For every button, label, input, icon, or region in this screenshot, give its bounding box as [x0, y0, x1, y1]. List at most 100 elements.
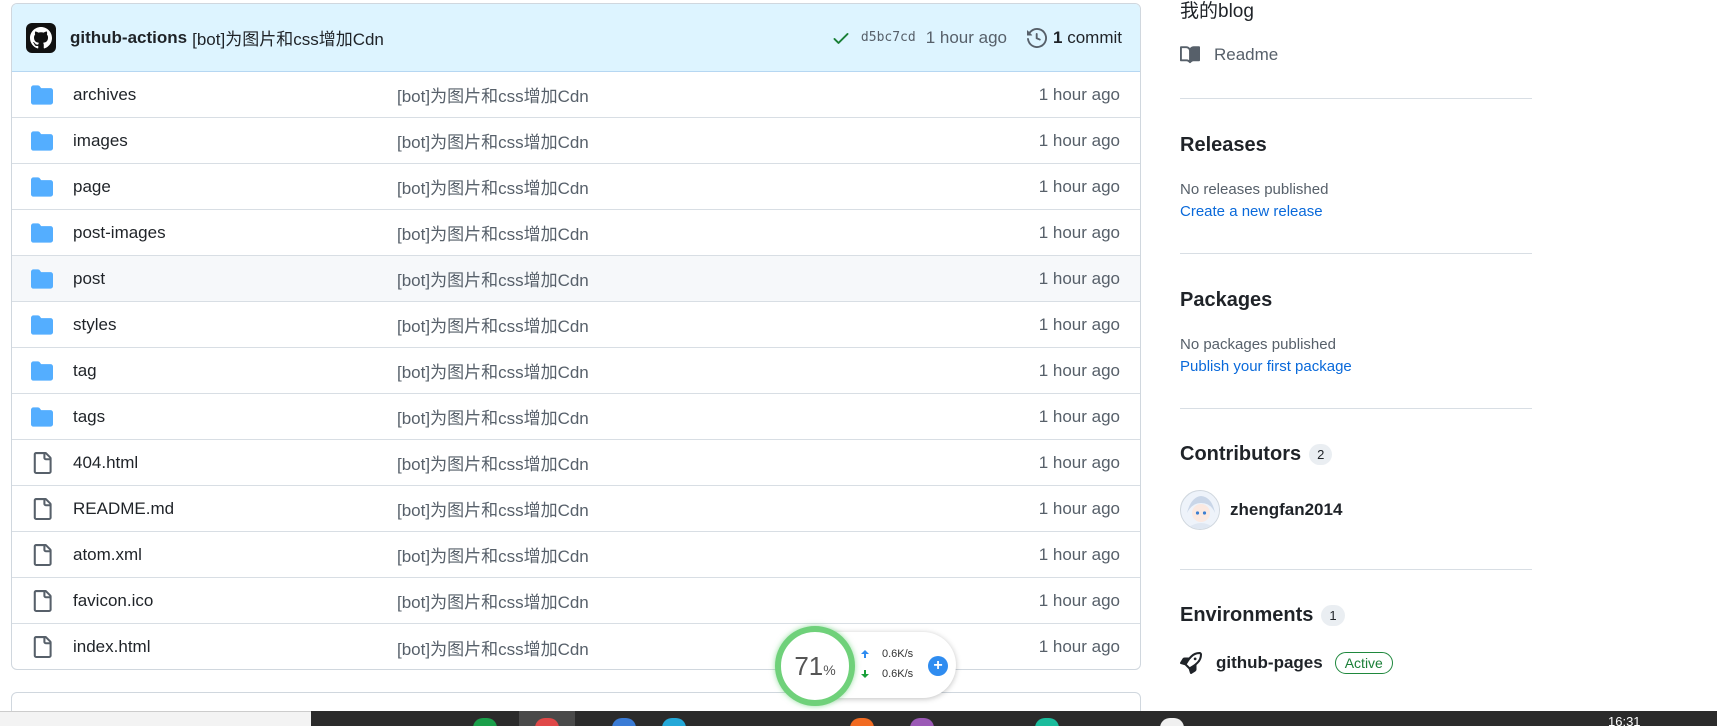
taskbar-clock: 16:31: [1608, 714, 1641, 726]
file-commit-message-link[interactable]: [bot]为图片和css增加Cdn: [397, 266, 589, 291]
file-commit-time: 1 hour ago: [1038, 314, 1120, 334]
file-row[interactable]: tags [bot]为图片和css增加Cdn 1 hour ago: [12, 394, 1140, 440]
folder-icon: [31, 314, 53, 335]
commit-message-link[interactable]: [bot]为图片和css增加Cdn: [192, 25, 384, 50]
file-name-link[interactable]: tags: [73, 407, 105, 427]
file-commit-message-link[interactable]: [bot]为图片和css增加Cdn: [397, 450, 589, 475]
file-list: github-actions [bot]为图片和css增加Cdn d5bc7cd…: [11, 3, 1141, 670]
file-commit-message-link[interactable]: [bot]为图片和css增加Cdn: [397, 220, 589, 245]
file-row[interactable]: atom.xml [bot]为图片和css增加Cdn 1 hour ago: [12, 532, 1140, 578]
commits-link[interactable]: 1 commit: [1053, 28, 1122, 48]
file-name-link[interactable]: index.html: [73, 637, 150, 657]
commit-author-link[interactable]: github-actions: [70, 28, 187, 48]
file-row[interactable]: index.html [bot]为图片和css增加Cdn 1 hour ago: [12, 624, 1140, 669]
file-row[interactable]: styles [bot]为图片和css增加Cdn 1 hour ago: [12, 302, 1140, 348]
file-name-link[interactable]: post: [73, 269, 105, 289]
divider: [1180, 98, 1532, 99]
about-description: 我的blog: [1180, 1, 1254, 22]
folder-icon-wrap: [30, 359, 54, 383]
taskbar-search[interactable]: [0, 711, 311, 726]
packages-heading[interactable]: Packages: [1180, 289, 1272, 312]
file-icon-wrap: [30, 451, 54, 475]
file-commit-message-link[interactable]: [bot]为图片和css增加Cdn: [397, 404, 589, 429]
arrow-up-icon: [861, 650, 869, 658]
usage-percent-sign: %: [823, 662, 836, 678]
file-name-link[interactable]: atom.xml: [73, 545, 142, 565]
file-name-link[interactable]: 404.html: [73, 453, 138, 473]
file-row[interactable]: 404.html [bot]为图片和css增加Cdn 1 hour ago: [12, 440, 1140, 486]
no-releases-text: No releases published: [1180, 181, 1329, 198]
readme-link[interactable]: Readme: [1180, 45, 1278, 65]
environment-item[interactable]: github-pages Active: [1180, 652, 1393, 674]
environment-status-badge: Active: [1334, 652, 1393, 674]
folder-icon-wrap: [30, 129, 54, 153]
no-packages-text: No packages published: [1180, 336, 1336, 353]
publish-package-link[interactable]: Publish your first package: [1180, 358, 1352, 375]
widget-plus-button[interactable]: +: [928, 656, 948, 676]
environments-heading[interactable]: Environments 1: [1180, 604, 1345, 627]
file-commit-time: 1 hour ago: [1038, 498, 1120, 518]
folder-icon: [31, 84, 53, 105]
file-commit-message-link[interactable]: [bot]为图片和css增加Cdn: [397, 128, 589, 153]
file-row[interactable]: page [bot]为图片和css增加Cdn 1 hour ago: [12, 164, 1140, 210]
environment-name[interactable]: github-pages: [1216, 653, 1323, 673]
file-commit-message-link[interactable]: [bot]为图片和css增加Cdn: [397, 174, 589, 199]
file-icon: [33, 543, 52, 566]
releases-heading[interactable]: Releases: [1180, 134, 1267, 157]
file-name-link[interactable]: post-images: [73, 223, 166, 243]
file-row[interactable]: archives [bot]为图片和css增加Cdn 1 hour ago: [12, 72, 1140, 118]
upload-speed-value: 0.6K/s: [882, 648, 914, 660]
file-commit-time: 1 hour ago: [1038, 360, 1120, 380]
commit-sha-link[interactable]: d5bc7cd: [861, 30, 916, 45]
file-commit-message-link[interactable]: [bot]为图片和css增加Cdn: [397, 82, 589, 107]
contributors-title: Contributors: [1180, 443, 1302, 465]
file-commit-time: 1 hour ago: [1038, 590, 1120, 610]
environments-title: Environments: [1180, 604, 1314, 626]
file-name-link[interactable]: styles: [73, 315, 116, 335]
file-commit-time: 1 hour ago: [1038, 84, 1120, 104]
contributors-heading[interactable]: Contributors 2: [1180, 443, 1333, 466]
contributor-item[interactable]: zhengfan2014: [1180, 490, 1342, 530]
rocket-icon: [1180, 652, 1202, 674]
file-commit-message-link[interactable]: [bot]为图片和css增加Cdn: [397, 542, 589, 567]
history-icon[interactable]: [1027, 27, 1047, 48]
folder-icon: [31, 406, 53, 427]
commit-count-label: commit: [1067, 27, 1122, 47]
file-commit-message-link[interactable]: [bot]为图片和css增加Cdn: [397, 312, 589, 337]
file-row[interactable]: favicon.ico [bot]为图片和css增加Cdn 1 hour ago: [12, 578, 1140, 624]
github-actions-avatar[interactable]: [26, 22, 56, 53]
contributor-name[interactable]: zhengfan2014: [1230, 500, 1342, 520]
file-commit-time: 1 hour ago: [1038, 544, 1120, 564]
file-commit-time: 1 hour ago: [1038, 452, 1120, 472]
file-commit-message-link[interactable]: [bot]为图片和css增加Cdn: [397, 588, 589, 613]
file-row[interactable]: post-images [bot]为图片和css增加Cdn 1 hour ago: [12, 210, 1140, 256]
file-name-link[interactable]: images: [73, 131, 128, 151]
avatar-illustration-icon: [1181, 491, 1219, 529]
file-row[interactable]: README.md [bot]为图片和css增加Cdn 1 hour ago: [12, 486, 1140, 532]
file-commit-message-link[interactable]: [bot]为图片和css增加Cdn: [397, 496, 589, 521]
file-icon-wrap: [30, 497, 54, 521]
file-name-link[interactable]: archives: [73, 85, 136, 105]
file-commit-time: 1 hour ago: [1038, 637, 1120, 656]
file-icon: [33, 451, 52, 474]
file-commit-message-link[interactable]: [bot]为图片和css增加Cdn: [397, 635, 589, 660]
create-release-link[interactable]: Create a new release: [1180, 203, 1323, 220]
file-commit-time: 1 hour ago: [1038, 222, 1120, 242]
file-icon-wrap: [30, 635, 54, 659]
file-name-link[interactable]: tag: [73, 361, 97, 381]
check-icon[interactable]: [831, 28, 851, 48]
file-name-link[interactable]: README.md: [73, 499, 174, 519]
folder-icon-wrap: [30, 267, 54, 291]
memory-usage-gauge[interactable]: 71%: [775, 626, 855, 706]
file-name-link[interactable]: favicon.ico: [73, 591, 153, 611]
file-row[interactable]: tag [bot]为图片和css增加Cdn 1 hour ago: [12, 348, 1140, 394]
file-commit-message-link[interactable]: [bot]为图片和css增加Cdn: [397, 358, 589, 383]
file-name-link[interactable]: page: [73, 177, 111, 197]
file-rows: archives [bot]为图片和css增加Cdn 1 hour ago image…: [12, 72, 1140, 669]
latest-commit-bar: github-actions [bot]为图片和css增加Cdn d5bc7cd…: [12, 4, 1140, 72]
folder-icon-wrap: [30, 83, 54, 107]
file-row[interactable]: images [bot]为图片和css增加Cdn 1 hour ago: [12, 118, 1140, 164]
file-row[interactable]: post [bot]为图片和css增加Cdn 1 hour ago: [12, 256, 1140, 302]
contributor-avatar[interactable]: [1180, 490, 1220, 530]
file-icon: [33, 636, 52, 658]
